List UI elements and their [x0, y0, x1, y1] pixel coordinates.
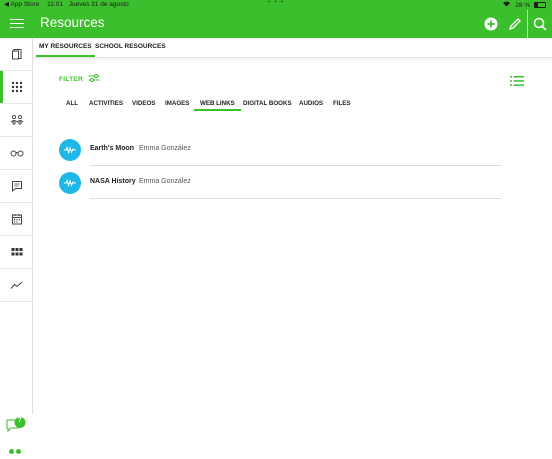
glasses-icon: [10, 150, 23, 157]
battery-percent: 28 %: [515, 2, 531, 9]
chat-icon: [11, 181, 22, 192]
status-date: Jueves 31 de agosto: [68, 1, 129, 8]
calendar-icon: [11, 214, 22, 225]
sidebar-item-messages[interactable]: [0, 170, 33, 203]
add-resource-button[interactable]: [482, 15, 500, 33]
list-item[interactable]: Earth's Moon Emma González: [59, 134, 501, 166]
sidebar: ?: [0, 38, 33, 454]
wifi-icon: [502, 1, 513, 9]
type-filter-videos[interactable]: VIDEOS: [132, 100, 155, 107]
tab-my-resources[interactable]: MY RESOURCES: [36, 43, 95, 57]
status-bar: ◀ App Store 11:01 Jueves 31 de agosto • …: [0, 0, 552, 10]
help-badge: ?: [17, 417, 22, 424]
help-chat-icon: [6, 417, 26, 433]
back-to-app-link[interactable]: ◀ App Store: [4, 1, 39, 8]
resources-panel: FILTER ALL ACTIVITIES VIDEOS IMAGES WEB …: [34, 60, 552, 414]
filter-button[interactable]: FILTER: [59, 76, 83, 83]
web-link-icon: [59, 172, 81, 194]
page-title: Resources: [40, 15, 105, 30]
status-left: ◀ App Store 11:01 Jueves 31 de agosto: [4, 0, 129, 10]
resource-name: Earth's Moon: [90, 145, 135, 152]
list-view-icon[interactable]: [510, 75, 524, 87]
pagination-dots: [9, 441, 23, 459]
search-icon[interactable]: [531, 15, 549, 33]
type-filter-activities[interactable]: ACTIVITIES: [89, 100, 123, 107]
resource-name: NASA History: [90, 178, 136, 185]
sidebar-item-readers[interactable]: [0, 137, 33, 170]
type-filter-audios[interactable]: AUDIOS: [299, 100, 323, 107]
header-divider: [527, 10, 528, 38]
type-filter-web-links[interactable]: WEB LINKS: [194, 100, 241, 111]
sidebar-item-books[interactable]: [0, 38, 33, 71]
status-time: 11:01: [47, 1, 63, 8]
sidebar-item-dashboard[interactable]: [0, 236, 33, 269]
apps-grid-icon: [11, 81, 22, 93]
resource-owner: Emma González: [139, 178, 191, 185]
multitask-dots[interactable]: • • •: [268, 0, 284, 8]
resource-scope-tabs: MY RESOURCES SCHOOL RESOURCES: [34, 38, 552, 58]
list-item[interactable]: NASA History Emma González: [59, 167, 501, 199]
resource-owner: Emma González: [139, 145, 191, 152]
hamburger-menu-icon[interactable]: [10, 16, 24, 30]
sidebar-item-progress[interactable]: [0, 269, 33, 302]
tab-school-resources[interactable]: SCHOOL RESOURCES: [95, 43, 166, 50]
type-filter-files[interactable]: FILES: [333, 100, 351, 107]
battery-icon: [534, 2, 546, 8]
sidebar-item-resources[interactable]: [0, 71, 33, 104]
row-divider: [90, 198, 501, 199]
type-filter-images[interactable]: IMAGES: [165, 100, 189, 107]
sidebar-item-groups[interactable]: [0, 104, 33, 137]
filter-sliders-icon[interactable]: [88, 73, 100, 83]
book-icon: [11, 49, 21, 60]
sidebar-item-calendar[interactable]: [0, 203, 33, 236]
type-filter-digital-books[interactable]: DIGITAL BOOKS: [243, 100, 292, 107]
type-filter-all[interactable]: ALL: [66, 100, 78, 107]
app-header: Resources: [0, 10, 552, 38]
help-chat-button[interactable]: ?: [5, 416, 27, 436]
row-divider: [90, 165, 501, 166]
groups-icon: [10, 114, 23, 125]
dashboard-icon: [11, 248, 22, 256]
edit-pencil-icon[interactable]: [506, 15, 524, 33]
web-link-icon: [59, 139, 81, 161]
trend-icon: [10, 281, 23, 289]
